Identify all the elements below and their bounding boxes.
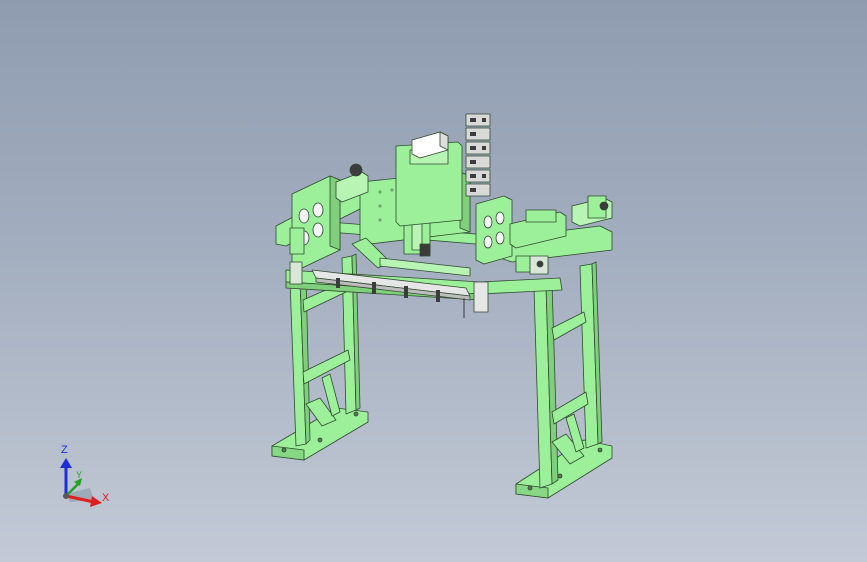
x-arrow-icon [90,496,102,507]
right-leg [515,261,613,499]
left-end-plate [289,175,341,285]
reference-triad: Z Y X [48,440,118,510]
z-arrow-icon [60,458,72,468]
gantry-3d-model[interactable] [0,0,867,562]
graphics-viewport[interactable]: Z Y X [0,0,867,562]
right-end-plate [475,195,513,265]
y-label: Y [76,470,83,480]
z-label: Z [61,444,68,456]
x-label: X [102,492,110,504]
cable-chain [465,113,491,197]
